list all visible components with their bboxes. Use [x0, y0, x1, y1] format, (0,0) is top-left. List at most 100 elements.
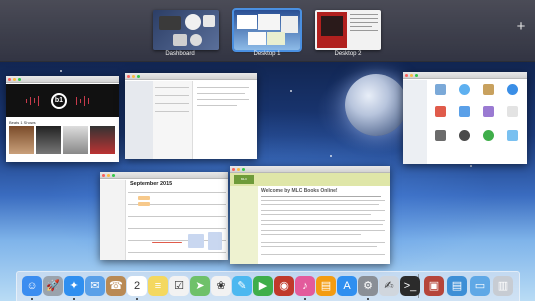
- star: [60, 70, 62, 72]
- space-thumbnail-desktop-1[interactable]: [232, 8, 302, 52]
- site-header: [230, 173, 390, 186]
- star: [290, 90, 292, 92]
- app-icon[interactable]: [483, 106, 494, 117]
- appstore-icon[interactable]: A: [337, 276, 357, 296]
- calendar-month-title: September 2015: [130, 181, 173, 187]
- mission-control-spaces-bar: Dashboard Desktop 1 Desktop 2 +: [0, 0, 535, 62]
- ibooks-glyph: ▤: [320, 280, 332, 292]
- running-indicator: [367, 298, 369, 300]
- ibooks-icon[interactable]: ▤: [316, 276, 336, 296]
- trash-icon[interactable]: ▥: [493, 276, 513, 296]
- calendar-window[interactable]: September 2015: [100, 172, 228, 260]
- documents-icon[interactable]: ▤: [447, 276, 467, 296]
- space-label-desktop-2: Desktop 2: [334, 51, 362, 57]
- photobooth-glyph: ◉: [279, 280, 289, 292]
- itunes-icon[interactable]: ♪: [295, 276, 315, 296]
- textedit-glyph: ✍: [384, 280, 394, 292]
- maps-icon[interactable]: ➤: [190, 276, 210, 296]
- reminders-icon[interactable]: ☑: [169, 276, 189, 296]
- calendar-event[interactable]: [188, 234, 204, 248]
- safari-icon[interactable]: ✦: [64, 276, 84, 296]
- contacts-glyph: ☎: [109, 280, 123, 292]
- app-icon[interactable]: [435, 84, 446, 95]
- app-icon[interactable]: [435, 130, 446, 141]
- planet-image: [345, 74, 407, 136]
- photobooth-icon[interactable]: ◉: [274, 276, 294, 296]
- downloads-glyph: ▣: [428, 280, 440, 292]
- textedit-icon[interactable]: ✍: [379, 276, 399, 296]
- calendar-event[interactable]: [138, 196, 150, 200]
- current-time-line: [152, 242, 182, 243]
- finder-icon[interactable]: ☺: [22, 276, 42, 296]
- minimize-icon[interactable]: [237, 168, 240, 171]
- calendar-glyph: 2: [133, 280, 141, 292]
- finder-window[interactable]: [403, 72, 527, 164]
- minimize-icon[interactable]: [13, 78, 16, 81]
- calendar-event[interactable]: [138, 202, 150, 206]
- close-icon[interactable]: [405, 74, 408, 77]
- app-icon[interactable]: [459, 84, 470, 95]
- browser-window[interactable]: MLC Welcome by MLC Books Online!: [230, 166, 390, 264]
- documents-glyph: ▤: [451, 280, 463, 292]
- finder-glyph: ☺: [26, 280, 38, 292]
- space-thumbnail-desktop-2[interactable]: [315, 10, 381, 50]
- close-icon[interactable]: [102, 174, 105, 177]
- zoom-icon[interactable]: [242, 168, 245, 171]
- show-thumbnail[interactable]: [90, 126, 115, 154]
- launchpad-glyph: 🚀: [46, 280, 60, 292]
- app-icon[interactable]: [507, 84, 518, 95]
- app-icon[interactable]: [483, 84, 494, 95]
- message-list[interactable]: [153, 81, 193, 159]
- zoom-icon[interactable]: [18, 78, 21, 81]
- folder-icon[interactable]: ▭: [470, 276, 490, 296]
- calendar-icon[interactable]: 2: [127, 276, 147, 296]
- app-icon[interactable]: [507, 130, 518, 141]
- notes-icon[interactable]: ≡: [148, 276, 168, 296]
- star: [470, 165, 472, 167]
- zoom-icon[interactable]: [415, 74, 418, 77]
- trash-glyph: ▥: [497, 280, 509, 292]
- minimize-icon[interactable]: [132, 75, 135, 78]
- minimize-icon[interactable]: [410, 74, 413, 77]
- add-space-button[interactable]: +: [514, 19, 528, 34]
- mail-icon[interactable]: ✉: [85, 276, 105, 296]
- zoom-icon[interactable]: [112, 174, 115, 177]
- site-logo[interactable]: MLC: [234, 175, 254, 184]
- itunes-window[interactable]: b1 Beats 1 Shows: [6, 76, 119, 162]
- space-thumbnail-dashboard[interactable]: [153, 10, 219, 50]
- calendar-event[interactable]: [208, 232, 222, 250]
- preferences-icon[interactable]: ⚙: [358, 276, 378, 296]
- zoom-icon[interactable]: [137, 75, 140, 78]
- beats1-banner: b1: [6, 84, 119, 117]
- messages-glyph: ✎: [237, 280, 247, 292]
- facetime-glyph: ▶: [258, 280, 268, 292]
- show-thumbnail[interactable]: [63, 126, 88, 154]
- contacts-icon[interactable]: ☎: [106, 276, 126, 296]
- running-indicator: [31, 298, 33, 300]
- terminal-icon[interactable]: >_: [400, 276, 420, 296]
- window-titlebar: [100, 172, 228, 179]
- mail-glyph: ✉: [90, 280, 100, 292]
- close-icon[interactable]: [127, 75, 130, 78]
- app-icon[interactable]: [459, 106, 470, 117]
- show-thumbnail[interactable]: [36, 126, 61, 154]
- minimize-icon[interactable]: [107, 174, 110, 177]
- app-icon[interactable]: [459, 130, 470, 141]
- app-icon[interactable]: [483, 130, 494, 141]
- close-icon[interactable]: [8, 78, 11, 81]
- photos-icon[interactable]: ❀: [211, 276, 231, 296]
- show-thumbnail[interactable]: [9, 126, 34, 154]
- downloads-icon[interactable]: ▣: [424, 276, 444, 296]
- maps-glyph: ➤: [195, 280, 205, 292]
- space-label-desktop-1: Desktop 1: [253, 51, 281, 57]
- mail-window[interactable]: [125, 73, 257, 159]
- app-icon[interactable]: [507, 106, 518, 117]
- launchpad-icon[interactable]: 🚀: [43, 276, 63, 296]
- running-indicator: [136, 298, 138, 300]
- window-titlebar: [6, 76, 119, 83]
- close-icon[interactable]: [232, 168, 235, 171]
- messages-icon[interactable]: ✎: [232, 276, 252, 296]
- facetime-icon[interactable]: ▶: [253, 276, 273, 296]
- app-icon[interactable]: [435, 106, 446, 117]
- appstore-glyph: A: [343, 280, 351, 292]
